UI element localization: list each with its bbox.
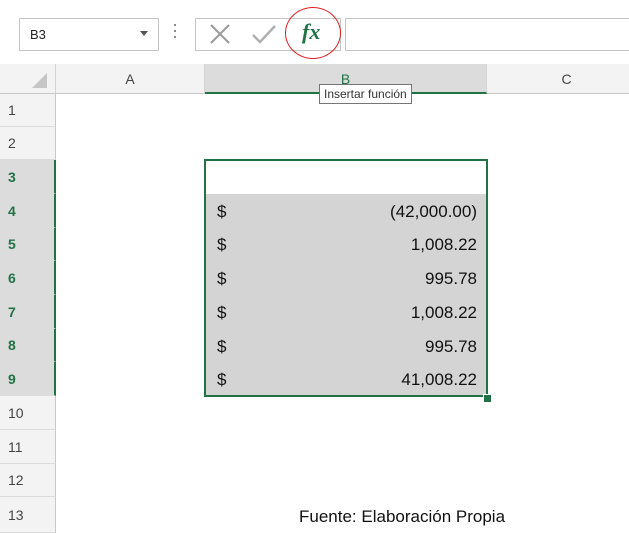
cell-b5-currency[interactable]: $ <box>217 235 226 255</box>
cell-b9-amount[interactable]: 41,008.22 <box>401 370 477 390</box>
row-header-5[interactable]: 5 <box>0 228 56 261</box>
name-box[interactable]: B3 <box>19 18 159 51</box>
cell-b8-currency[interactable]: $ <box>217 337 226 357</box>
formula-bar: B3 fx <box>0 0 629 64</box>
row-header-3[interactable]: 3 <box>0 160 56 194</box>
row-header-6[interactable]: 6 <box>0 261 56 295</box>
fill-handle[interactable] <box>483 394 492 403</box>
column-header-c[interactable]: C <box>487 64 629 94</box>
row-header-4[interactable]: 4 <box>0 194 56 228</box>
name-box-value: B3 <box>30 27 46 42</box>
chevron-down-icon[interactable] <box>140 31 148 36</box>
select-all-button[interactable] <box>0 64 56 94</box>
cell-b8-amount[interactable]: 995.78 <box>425 337 477 357</box>
insert-function-icon[interactable]: fx <box>302 19 320 45</box>
formula-input[interactable] <box>345 18 629 51</box>
row-header-9[interactable]: 9 <box>0 362 56 396</box>
row-header-2[interactable]: 2 <box>0 127 56 160</box>
cell-b4-amount[interactable]: (42,000.00) <box>390 202 477 222</box>
cell-b6-amount[interactable]: 995.78 <box>425 269 477 289</box>
row-header-12[interactable]: 12 <box>0 464 56 497</box>
row-header-8[interactable]: 8 <box>0 329 56 362</box>
row-header-11[interactable]: 11 <box>0 430 56 464</box>
cell-b6-currency[interactable]: $ <box>217 269 226 289</box>
cell-b9-currency[interactable]: $ <box>217 370 226 390</box>
cancel-icon[interactable] <box>207 22 233 46</box>
enter-icon[interactable] <box>250 22 278 46</box>
row-header-10[interactable]: 10 <box>0 396 56 430</box>
row-header-7[interactable]: 7 <box>0 295 56 329</box>
triangle-icon <box>32 73 47 88</box>
row-header-1[interactable]: 1 <box>0 94 56 127</box>
more-icon <box>174 24 176 42</box>
row-header-13[interactable]: 13 <box>0 497 56 533</box>
insert-function-tooltip: Insertar función <box>319 84 412 104</box>
cell-b4-currency[interactable]: $ <box>217 202 226 222</box>
source-caption: Fuente: Elaboración Propia <box>299 507 506 526</box>
cell-b5-amount[interactable]: 1,008.22 <box>411 235 477 255</box>
column-header-a[interactable]: A <box>56 64 205 94</box>
cell-b7-amount[interactable]: 1,008.22 <box>411 303 477 323</box>
cell-b7-currency[interactable]: $ <box>217 303 226 323</box>
